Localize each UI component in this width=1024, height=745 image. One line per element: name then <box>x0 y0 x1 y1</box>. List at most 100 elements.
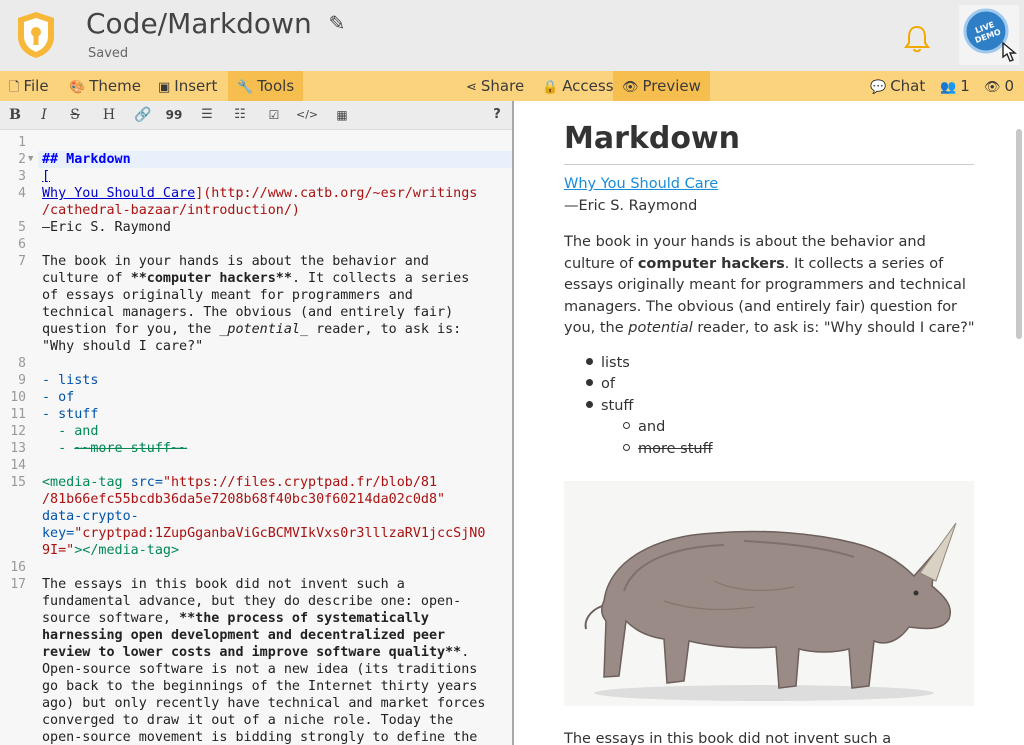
wrench-icon: 🔧 <box>237 80 254 95</box>
code-line[interactable]: review to lower costs and improve softwa… <box>42 644 469 661</box>
file-menu-button[interactable]: 🗋 File <box>0 71 58 101</box>
code-line[interactable]: technical managers. The obvious (and ent… <box>42 304 453 321</box>
viewers-eye-icon: 👁 <box>984 80 1001 95</box>
line-number: 8 <box>18 356 26 371</box>
line-number: 5 <box>18 220 26 235</box>
live-demo-badge[interactable]: LIVE DEMO <box>959 5 1019 65</box>
line-number: 12 <box>10 424 26 439</box>
line-number-gutter: 1 2 ▼ 3 4 5 6 7 8 9 10 11 12 13 14 15 16 17 <box>0 130 38 745</box>
code-line[interactable]: converged to draw it out of a niche role… <box>42 712 453 729</box>
code-line[interactable]: - ~~more stuff~~ <box>42 440 187 457</box>
code-line[interactable]: go back to the beginnings of the Interne… <box>42 678 477 695</box>
markdown-preview: Markdown Why You Should Care —Eric S. Ra… <box>514 101 1024 745</box>
heading-button[interactable]: H <box>98 105 120 125</box>
document-title[interactable]: Code/Markdown ✎ <box>86 7 345 40</box>
share-icon: ⋖ <box>466 80 477 95</box>
preview-paragraph-2: The essays in this book did not invent s… <box>564 731 892 745</box>
pencil-icon[interactable]: ✎ <box>329 11 346 35</box>
code-line[interactable]: The essays in this book did not invent s… <box>42 576 405 593</box>
code-line[interactable]: <media-tag src="https://files.cryptpad.f… <box>42 474 437 491</box>
line-number: 13 <box>10 441 26 456</box>
document-title-text: Code/Markdown <box>86 7 312 40</box>
code-line[interactable]: open-source movement is bidding strongly… <box>42 729 477 745</box>
checklist-icon[interactable]: ☑ <box>263 105 285 125</box>
code-line[interactable]: of essays originally meant for programme… <box>42 287 413 304</box>
ordered-list-icon[interactable]: ☰ <box>196 105 218 125</box>
viewers-count-button[interactable]: 👁 0 <box>975 71 1023 101</box>
preview-scrollbar[interactable] <box>1016 129 1022 339</box>
preview-toggle-button[interactable]: 👁 Preview <box>613 71 710 101</box>
users-icon: 👥 <box>940 80 957 95</box>
code-line[interactable]: /81b66efc55bcdb36da5e7208b68f40bc30f6021… <box>42 491 445 508</box>
image-icon: ▣ <box>158 80 171 95</box>
code-line[interactable]: —Eric S. Raymond <box>42 219 171 236</box>
heading-rule <box>564 164 974 165</box>
chat-icon: 💬 <box>870 80 887 95</box>
code-editor[interactable]: 1 2 ▼ 3 4 5 6 7 8 9 10 11 12 13 14 15 16 17 ## Markdown[W… <box>0 130 512 745</box>
users-count-button[interactable]: 👥 1 <box>931 71 979 101</box>
code-line[interactable]: Why You Should Care](http://www.catb.org… <box>42 185 477 202</box>
preview-heading: Markdown <box>564 121 741 156</box>
code-line[interactable]: harnessing open development and decentra… <box>42 627 445 644</box>
code-line[interactable]: fundamental advance, but they do describ… <box>42 593 461 610</box>
strikethrough-button[interactable]: S <box>64 105 86 125</box>
access-button[interactable]: 🔒 Access <box>533 71 623 101</box>
sublist-item: and <box>623 417 665 439</box>
fold-arrow-icon[interactable]: ▼ <box>28 154 33 164</box>
save-status: Saved <box>88 46 129 61</box>
line-number: 2 <box>18 152 26 167</box>
theme-menu-button[interactable]: 🎨 Theme <box>60 71 150 101</box>
code-line[interactable]: 9I="></media-tag> <box>42 542 179 559</box>
code-line[interactable]: /cathedral-bazaar/introduction/) <box>42 202 300 219</box>
bell-icon[interactable] <box>903 24 931 54</box>
line-number: 1 <box>18 135 26 150</box>
rhino-media-image <box>564 481 974 706</box>
code-line[interactable]: ago) but only recently have technical an… <box>42 695 485 712</box>
why-you-should-care-link[interactable]: Why You Should Care <box>564 176 718 192</box>
help-button[interactable]: ? <box>486 105 508 125</box>
code-line[interactable]: "Why should I care?" <box>42 338 203 355</box>
line-number: 3 <box>18 169 26 184</box>
code-line[interactable]: The book in your hands is about the beha… <box>42 253 429 270</box>
code-line[interactable]: - lists <box>42 372 98 389</box>
app-header: Code/Markdown ✎ Saved LIVE DEMO <box>0 0 1024 71</box>
line-number: 11 <box>10 407 26 422</box>
bullet-list-icon[interactable]: ☷ <box>229 105 251 125</box>
line-number: 17 <box>10 577 26 592</box>
shield-key-icon[interactable] <box>16 10 56 60</box>
file-icon: 🗋 <box>9 80 20 95</box>
line-number: 6 <box>18 237 26 252</box>
preview-paragraph-1: The book in your hands is about the beha… <box>564 234 975 336</box>
code-line[interactable]: [ <box>42 168 50 185</box>
line-number: 9 <box>18 373 26 388</box>
bold-button[interactable]: B <box>4 105 26 125</box>
code-line[interactable]: question for you, the _potential_ reader… <box>42 321 461 338</box>
tools-menu-button[interactable]: 🔧 Tools <box>228 71 304 101</box>
palette-icon: 🎨 <box>69 80 86 95</box>
share-button[interactable]: ⋖ Share <box>457 71 533 101</box>
list-item: stuff <box>586 396 633 418</box>
insert-menu-button[interactable]: ▣ Insert <box>149 71 226 101</box>
code-icon[interactable]: </> <box>296 105 318 125</box>
quote-button[interactable]: 99 <box>163 105 185 125</box>
line-number: 16 <box>10 560 26 575</box>
link-icon[interactable]: 🔗 <box>132 105 154 125</box>
code-line[interactable]: culture of **computer hackers**. It coll… <box>42 270 469 287</box>
code-line[interactable]: Open-source software is not a new idea (… <box>42 661 477 678</box>
code-line[interactable]: - of <box>42 389 74 406</box>
main-toolbar: 🗋 File 🎨 Theme ▣ Insert 🔧 Tools ⋖ Share 🔒 Acce… <box>0 71 1024 101</box>
code-line[interactable]: key="cryptpad:1ZupGganbaViGcBCMVIkVxs0r3… <box>42 525 485 542</box>
code-line[interactable]: source software, **the process of system… <box>42 610 429 627</box>
format-toolbar: B I S H 🔗 99 ☰ ☷ ☑ </> ▦ ? <box>0 101 512 130</box>
chat-button[interactable]: 💬 Chat <box>861 71 934 101</box>
line-number: 14 <box>10 458 26 473</box>
eye-icon: 👁 <box>622 80 639 95</box>
code-line[interactable]: ## Markdown <box>42 151 131 168</box>
sublist-item: more stuff <box>623 439 713 461</box>
italic-button[interactable]: I <box>33 105 55 125</box>
code-line[interactable]: data-crypto- <box>42 508 139 525</box>
table-icon[interactable]: ▦ <box>331 105 353 125</box>
code-line[interactable]: - and <box>42 423 98 440</box>
code-line[interactable]: - stuff <box>42 406 98 423</box>
author-line: —Eric S. Raymond <box>564 197 698 214</box>
